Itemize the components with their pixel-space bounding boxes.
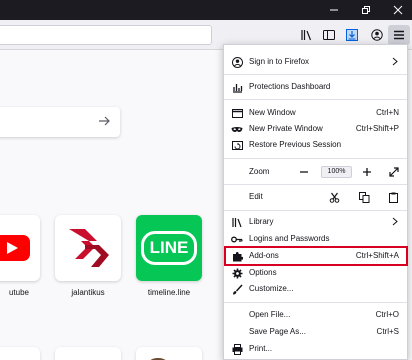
account-toolbar-button[interactable]: [366, 25, 388, 45]
top-site-tile[interactable]: LINE: [136, 215, 202, 281]
restore-session-item[interactable]: Restore Previous Session: [224, 137, 407, 153]
open-file-label: Open File...: [249, 310, 291, 319]
logins-label: Logins and Passwords: [249, 234, 330, 243]
options-item[interactable]: Options: [224, 265, 407, 281]
top-site-label: utube: [8, 288, 30, 297]
fullscreen-button[interactable]: [386, 164, 402, 180]
title-bar: [0, 0, 412, 20]
new-window-item[interactable]: New Window Ctrl+N: [224, 105, 407, 121]
new-private-label: New Private Window: [249, 124, 323, 133]
shortcut-label: Ctrl+N: [376, 108, 399, 117]
highlight-card[interactable]: [55, 347, 121, 360]
restore-label: Restore Previous Session: [249, 140, 342, 149]
chevron-right-icon: [392, 57, 398, 66]
minus-icon: [300, 171, 308, 173]
sign-in-label: Sign in to Firefox: [249, 57, 310, 66]
line-icon: LINE: [136, 215, 202, 281]
print-item[interactable]: Print...: [224, 341, 407, 357]
addons-highlight-box: [224, 246, 408, 266]
arrow-right-icon: [99, 116, 110, 126]
zoom-label: Zoom: [249, 167, 270, 176]
url-bar[interactable]: [0, 25, 212, 45]
youtube-icon: [0, 235, 30, 261]
zoom-reset-button[interactable]: 100%: [321, 166, 352, 178]
copy-icon: [358, 191, 369, 203]
separator: [224, 158, 407, 159]
separator: [224, 302, 407, 303]
cut-icon: [329, 192, 339, 203]
top-site-label: jalantikus: [71, 288, 105, 297]
plus-icon: [363, 168, 371, 176]
library-item[interactable]: Library: [224, 214, 407, 230]
zoom-row: Zoom 100%: [224, 164, 407, 180]
paintbrush-icon: [231, 283, 243, 295]
account-icon: [231, 56, 243, 68]
key-icon: [231, 233, 243, 245]
zoom-out-button[interactable]: [296, 164, 312, 180]
new-window-icon: [231, 107, 243, 119]
hamburger-icon: [394, 30, 404, 40]
zoom-in-button[interactable]: [359, 164, 375, 180]
chevron-right-icon: [392, 217, 398, 226]
edit-label: Edit: [249, 192, 263, 201]
printer-icon: [231, 343, 243, 355]
new-private-window-item[interactable]: New Private Window Ctrl+Shift+P: [224, 121, 407, 137]
separator: [224, 99, 407, 100]
minimize-icon: [330, 9, 338, 11]
separator: [224, 184, 407, 185]
restore-button[interactable]: [352, 0, 380, 20]
restore-icon: [362, 6, 370, 14]
print-label: Print...: [249, 344, 273, 353]
shortcut-label: Ctrl+S: [376, 327, 399, 336]
search-box[interactable]: [0, 107, 120, 137]
cut-button[interactable]: [326, 189, 342, 205]
copy-button[interactable]: [356, 189, 372, 205]
downloads-toolbar-button[interactable]: [341, 25, 363, 45]
options-label: Options: [249, 268, 277, 277]
paste-icon: [388, 192, 398, 203]
edit-row: Edit: [224, 189, 407, 205]
sidebar-icon: [323, 30, 335, 40]
library-icon: [231, 216, 243, 228]
download-icon: [346, 29, 358, 41]
dashboard-icon: [231, 81, 243, 93]
app-menu-button[interactable]: [388, 25, 410, 45]
close-icon: [393, 5, 403, 15]
library-toolbar-button[interactable]: [296, 25, 318, 45]
paste-button[interactable]: [385, 189, 401, 205]
top-site-label: timeline.line: [147, 288, 191, 297]
highlight-card[interactable]: [136, 347, 202, 360]
customize-item[interactable]: Customize...: [224, 281, 407, 297]
save-page-label: Save Page As...: [249, 327, 306, 336]
library-label: Library: [249, 217, 274, 226]
new-window-label: New Window: [249, 108, 296, 117]
sidebar-toolbar-button[interactable]: [318, 25, 340, 45]
minimize-button[interactable]: [320, 0, 348, 20]
gear-icon: [231, 267, 243, 279]
close-button[interactable]: [384, 0, 412, 20]
protections-dashboard-item[interactable]: Protections Dashboard: [224, 79, 407, 95]
separator: [224, 210, 407, 211]
restore-session-icon: [231, 139, 243, 151]
shortcut-label: Ctrl+Shift+P: [355, 124, 399, 133]
account-icon: [371, 29, 383, 41]
top-site-tile[interactable]: [55, 215, 121, 281]
protections-label: Protections Dashboard: [249, 82, 331, 91]
save-page-item[interactable]: Save Page As... Ctrl+S: [224, 324, 407, 340]
open-file-item[interactable]: Open File... Ctrl+O: [224, 307, 407, 323]
customize-label: Customize...: [249, 284, 294, 293]
highlight-card[interactable]: [0, 347, 40, 360]
private-mask-icon: [231, 123, 243, 135]
fullscreen-icon: [389, 167, 399, 177]
logins-passwords-item[interactable]: Logins and Passwords: [224, 231, 407, 247]
card-thumbnail: [150, 358, 166, 360]
shortcut-label: Ctrl+O: [375, 310, 399, 319]
library-icon: [301, 30, 312, 41]
line-logo-text: LINE: [140, 231, 198, 265]
top-site-tile[interactable]: [0, 215, 40, 281]
separator: [224, 74, 407, 75]
jalantikus-icon: [69, 229, 109, 267]
sign-in-item[interactable]: Sign in to Firefox: [224, 54, 407, 70]
app-menu: Sign in to Firefox Protections Dashboard…: [223, 44, 408, 360]
